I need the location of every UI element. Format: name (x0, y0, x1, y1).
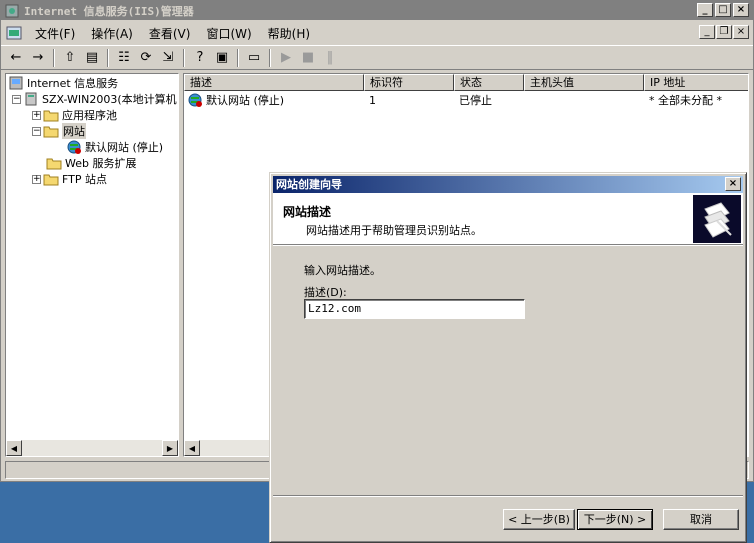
menu-action[interactable]: 操作(A) (83, 25, 141, 42)
description-input[interactable]: Lz12.com (304, 299, 525, 319)
column-status[interactable]: 状态 (454, 74, 524, 91)
minimize-button[interactable]: _ (697, 3, 713, 17)
tree-item-label: FTP 站点 (62, 173, 107, 186)
cell-text: 默认网站 (停止) (206, 94, 285, 107)
collapse-icon[interactable]: − (12, 94, 21, 104)
properties-icon[interactable]: ☷ (113, 47, 135, 69)
tree-pane[interactable]: Internet 信息服务 − SZX-WIN2003(本地计算机 + 应用程序… (5, 73, 179, 457)
menu-file[interactable]: 文件(F) (27, 25, 83, 42)
cancel-button[interactable]: 取消 (663, 509, 739, 530)
table-row[interactable]: 默认网站 (停止) 1 已停止 * 全部未分配 * (184, 92, 748, 108)
globe-stopped-icon (67, 140, 81, 154)
menu-bar: 文件(F) 操作(A) 查看(V) 窗口(W) 帮助(H) _ ❐ × (1, 22, 753, 44)
column-identifier[interactable]: 标识符 (364, 74, 454, 91)
tree-item-label: Web 服务扩展 (65, 157, 137, 170)
cell-ip: * 全部未分配 * (649, 94, 722, 107)
dialog-title: 网站创建向导 (276, 178, 342, 191)
wizard-book-icon (693, 195, 741, 243)
next-button[interactable]: 下一步(N) > (577, 509, 653, 530)
expand-icon[interactable]: + (32, 174, 41, 184)
forward-icon[interactable]: → (27, 47, 49, 69)
tree-item-web-extensions[interactable]: Web 服务扩展 (46, 155, 136, 171)
tree-item-label: 默认网站 (停止) (85, 141, 164, 154)
wizard-header: 网站描述 网站描述用于帮助管理员识别站点。 (273, 193, 743, 245)
tree-item-websites[interactable]: − 网站 (32, 123, 86, 139)
iis-app-icon (5, 4, 19, 17)
tree-item-app-pools[interactable]: + 应用程序池 (32, 107, 117, 123)
pause-icon[interactable]: ‖ (319, 47, 341, 69)
scroll-right-icon[interactable]: ▶ (162, 440, 178, 456)
column-description[interactable]: 描述 (184, 74, 364, 91)
cell-description: 默认网站 (停止) (184, 92, 364, 108)
menu-view[interactable]: 查看(V) (141, 25, 199, 42)
console-icon[interactable] (5, 24, 23, 42)
website-creation-wizard: 网站创建向导 × 网站描述 网站描述用于帮助管理员识别站点。 输入网站描述。 描… (269, 172, 747, 543)
scroll-left-icon[interactable]: ◀ (184, 440, 200, 456)
cell-status: 已停止 (459, 94, 492, 107)
window-titlebar[interactable]: Internet 信息服务(IIS)管理器 _ □ × (1, 1, 753, 20)
show-hide-tree-icon[interactable]: ▤ (81, 47, 103, 69)
tree-item-ftp[interactable]: + FTP 站点 (32, 171, 107, 187)
tree-item-default-site[interactable]: 默认网站 (停止) (66, 139, 163, 155)
dialog-titlebar[interactable]: 网站创建向导 × (273, 176, 743, 193)
tree-horizontal-scrollbar[interactable]: ◀ ▶ (6, 440, 178, 456)
computer-icon[interactable]: ▭ (243, 47, 265, 69)
back-button[interactable]: < 上一步(B) (503, 509, 575, 530)
folder-icon (46, 158, 62, 170)
open-folder-icon (43, 126, 59, 138)
button-divider (273, 495, 743, 497)
close-button[interactable]: × (733, 3, 749, 17)
wizard-step-subtitle: 网站描述用于帮助管理员识别站点。 (306, 224, 482, 237)
toolbar-separator (183, 48, 185, 67)
dialog-close-button[interactable]: × (725, 177, 741, 191)
tree-item-root[interactable]: Internet 信息服务 (8, 75, 118, 91)
window-title: Internet 信息服务(IIS)管理器 (24, 4, 194, 18)
folder-icon (43, 174, 59, 186)
column-host-header[interactable]: 主机头值 (524, 74, 644, 91)
description-label: 描述(D): (304, 286, 347, 299)
wizard-step-title: 网站描述 (283, 205, 332, 219)
toolbar-separator (237, 48, 239, 67)
toolbar-separator (269, 48, 271, 67)
iis-icon (9, 76, 23, 90)
list-header: 描述 标识符 状态 主机头值 IP 地址 (184, 74, 748, 91)
tree-item-label: 网站 (62, 123, 86, 139)
up-folder-icon[interactable]: ⇧ (59, 47, 81, 69)
collapse-icon[interactable]: − (32, 126, 41, 136)
wizard-prompt: 输入网站描述。 (304, 264, 381, 277)
list-horizontal-scrollbar[interactable]: ◀ (184, 440, 270, 456)
refresh-icon[interactable]: ⟳ (135, 47, 157, 69)
start-icon[interactable]: ▶ (275, 47, 297, 69)
tree-item-label: SZX-WIN2003(本地计算机 (42, 93, 177, 106)
mdi-minimize-button[interactable]: _ (699, 25, 715, 39)
export-list-icon[interactable]: ⇲ (157, 47, 179, 69)
maximize-button[interactable]: □ (715, 3, 731, 17)
toolbar-separator (53, 48, 55, 67)
header-divider (273, 245, 743, 246)
server-icon (25, 92, 37, 106)
console-window-icon[interactable]: ▣ (211, 47, 233, 69)
folder-icon (43, 110, 59, 122)
mdi-restore-button[interactable]: ❐ (716, 25, 732, 39)
toolbar: ← → ⇧ ▤ ☷ ⟳ ⇲ ? ▣ ▭ ▶ ■ ‖ (1, 45, 753, 70)
menu-window[interactable]: 窗口(W) (198, 25, 259, 42)
help-icon[interactable]: ? (189, 47, 211, 69)
toolbar-separator (107, 48, 109, 67)
globe-stopped-icon (188, 93, 202, 107)
expand-icon[interactable]: + (32, 110, 41, 120)
tree-item-label: Internet 信息服务 (27, 77, 119, 90)
scroll-left-icon[interactable]: ◀ (6, 440, 22, 456)
tree-item-label: 应用程序池 (62, 109, 117, 122)
mdi-close-button[interactable]: × (733, 25, 749, 39)
menu-help[interactable]: 帮助(H) (260, 25, 318, 42)
stop-icon[interactable]: ■ (297, 47, 319, 69)
back-icon[interactable]: ← (5, 47, 27, 69)
column-ip-address[interactable]: IP 地址 (644, 74, 748, 91)
cell-identifier: 1 (369, 93, 376, 107)
tree-item-server[interactable]: − SZX-WIN2003(本地计算机 (12, 91, 177, 107)
